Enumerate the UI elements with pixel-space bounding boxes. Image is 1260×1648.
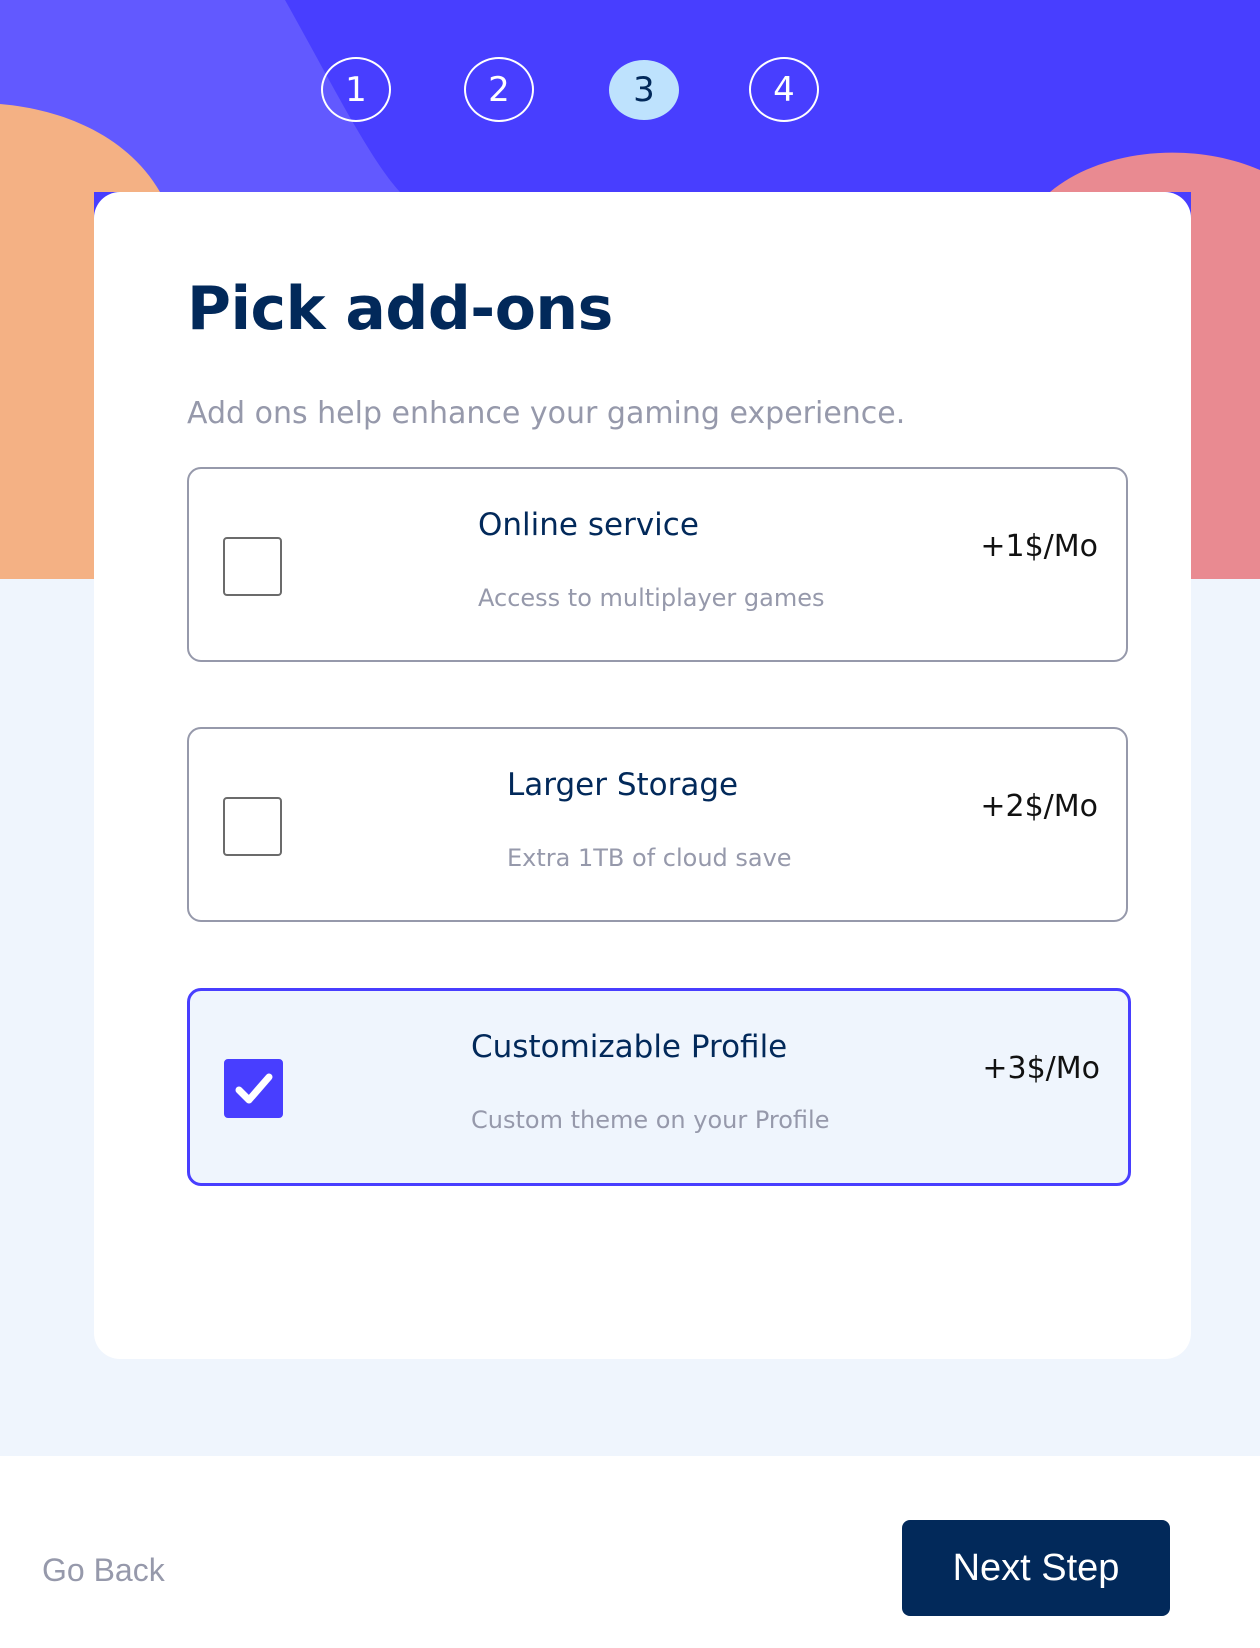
addon-name: Customizable Profile bbox=[471, 1029, 788, 1065]
addon-price: +2$/Mo bbox=[980, 789, 1098, 824]
step-indicator: 1 2 3 4 bbox=[0, 57, 1260, 127]
check-icon bbox=[235, 1073, 273, 1104]
addon-name: Larger Storage bbox=[507, 767, 739, 803]
addon-checkbox[interactable] bbox=[223, 537, 282, 596]
footer-bar: Go Back Next Step bbox=[0, 1456, 1260, 1648]
addon-price: +3$/Mo bbox=[982, 1051, 1100, 1086]
step-3[interactable]: 3 bbox=[609, 60, 679, 120]
go-back-link[interactable]: Go Back bbox=[42, 1552, 165, 1589]
addon-checkbox-checked[interactable] bbox=[224, 1059, 283, 1118]
step-4[interactable]: 4 bbox=[749, 57, 819, 122]
step-1[interactable]: 1 bbox=[321, 57, 391, 122]
page-subtitle: Add ons help enhance your gaming experie… bbox=[187, 396, 906, 431]
addon-online-service[interactable]: Online service Access to multiplayer gam… bbox=[187, 467, 1128, 662]
addon-price: +1$/Mo bbox=[980, 529, 1098, 564]
addon-description: Extra 1TB of cloud save bbox=[507, 844, 792, 872]
addon-description: Access to multiplayer games bbox=[478, 584, 825, 612]
addon-description: Custom theme on your Profile bbox=[471, 1106, 830, 1134]
addon-customizable-profile[interactable]: Customizable Profile Custom theme on you… bbox=[187, 988, 1131, 1186]
form-card: Pick add-ons Add ons help enhance your g… bbox=[94, 192, 1191, 1359]
step-2[interactable]: 2 bbox=[464, 57, 534, 122]
addon-name: Online service bbox=[478, 507, 699, 543]
addon-larger-storage[interactable]: Larger Storage Extra 1TB of cloud save +… bbox=[187, 727, 1128, 922]
next-step-button[interactable]: Next Step bbox=[902, 1520, 1170, 1616]
page-title: Pick add-ons bbox=[187, 274, 613, 344]
addon-checkbox[interactable] bbox=[223, 797, 282, 856]
